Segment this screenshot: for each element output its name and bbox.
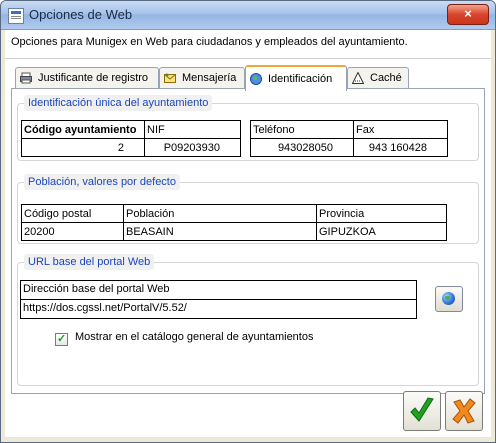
ok-button[interactable] [403,391,441,431]
tab-label: Mensajería [182,72,237,84]
url-group-title: URL base del portal Web [24,254,155,270]
province-header: Provincia [316,204,447,223]
identificacion-panel: Identificación única del ayuntamiento Có… [11,88,485,394]
cache-icon [351,71,365,84]
nif-header: NIF [144,120,241,139]
checkmark-icon [410,397,434,422]
population-table: Código postal Población Provincia 20200 … [21,204,447,241]
globe-icon [250,73,262,85]
close-button[interactable]: × [447,4,489,25]
identificacion-group: Identificación única del ayuntamiento Có… [17,95,479,161]
portal-url-label: Dirección base del portal Web [23,283,170,295]
globe-icon [442,292,455,305]
header-divider [5,58,491,59]
town-header: Población [123,204,317,223]
cancel-button[interactable] [445,391,483,431]
tab-label: Caché [370,72,402,84]
province-field[interactable]: GIPUZKOA [316,222,447,241]
phone-header: Teléfono [250,120,354,139]
dialog-description: Opciones para Munigex en Web para ciudad… [11,36,408,48]
url-divider [21,299,416,300]
options-dialog: Opciones de Web × Opciones para Munigex … [0,0,496,443]
tab-label: Identificación [268,73,333,85]
town-field[interactable]: BEASAIN [123,222,317,241]
window-title: Opciones de Web [29,7,133,22]
portal-url-value[interactable]: https://dos.cgssl.net/PortalV/5.52/ [23,302,187,314]
phone-field[interactable]: 943028050 [250,138,354,157]
open-url-button[interactable] [435,286,463,312]
nif-field[interactable]: P09203930 [144,138,241,157]
cancel-x-icon [452,398,476,424]
code-header: Código ayuntamiento [21,120,145,139]
tab-mensajeria[interactable]: Mensajería [159,67,245,88]
dialog-body: Opciones para Munigex en Web para ciudad… [5,30,491,437]
tab-justificante[interactable]: Justificante de registro [15,67,159,88]
portal-url-field[interactable]: Dirección base del portal Web https://do… [20,280,417,319]
title-bar[interactable]: Opciones de Web × [1,1,495,30]
phone-fax-table: Teléfono Fax 943028050 943 160428 [250,120,448,157]
population-group: Población, valores por defecto Código po… [17,174,479,244]
code-field[interactable]: 2 [21,138,145,157]
fax-field[interactable]: 943 160428 [353,138,448,157]
tab-identificacion[interactable]: Identificación [245,65,347,91]
code-nif-table: Código ayuntamiento NIF 2 P09203930 [21,120,241,157]
fax-header: Fax [353,120,448,139]
app-window-icon [8,8,24,24]
postal-header: Código postal [21,204,124,223]
identificacion-group-title: Identificación única del ayuntamiento [24,95,213,111]
population-group-title: Población, valores por defecto [24,174,180,190]
mail-icon [164,72,176,84]
tab-cache[interactable]: Caché [347,67,409,88]
show-catalog-label[interactable]: Mostrar en el catálogo general de ayunta… [75,331,313,343]
tab-label: Justificante de registro [38,72,149,84]
show-catalog-checkbox[interactable] [55,332,68,346]
printer-icon [20,72,32,84]
postal-field[interactable]: 20200 [21,222,124,241]
